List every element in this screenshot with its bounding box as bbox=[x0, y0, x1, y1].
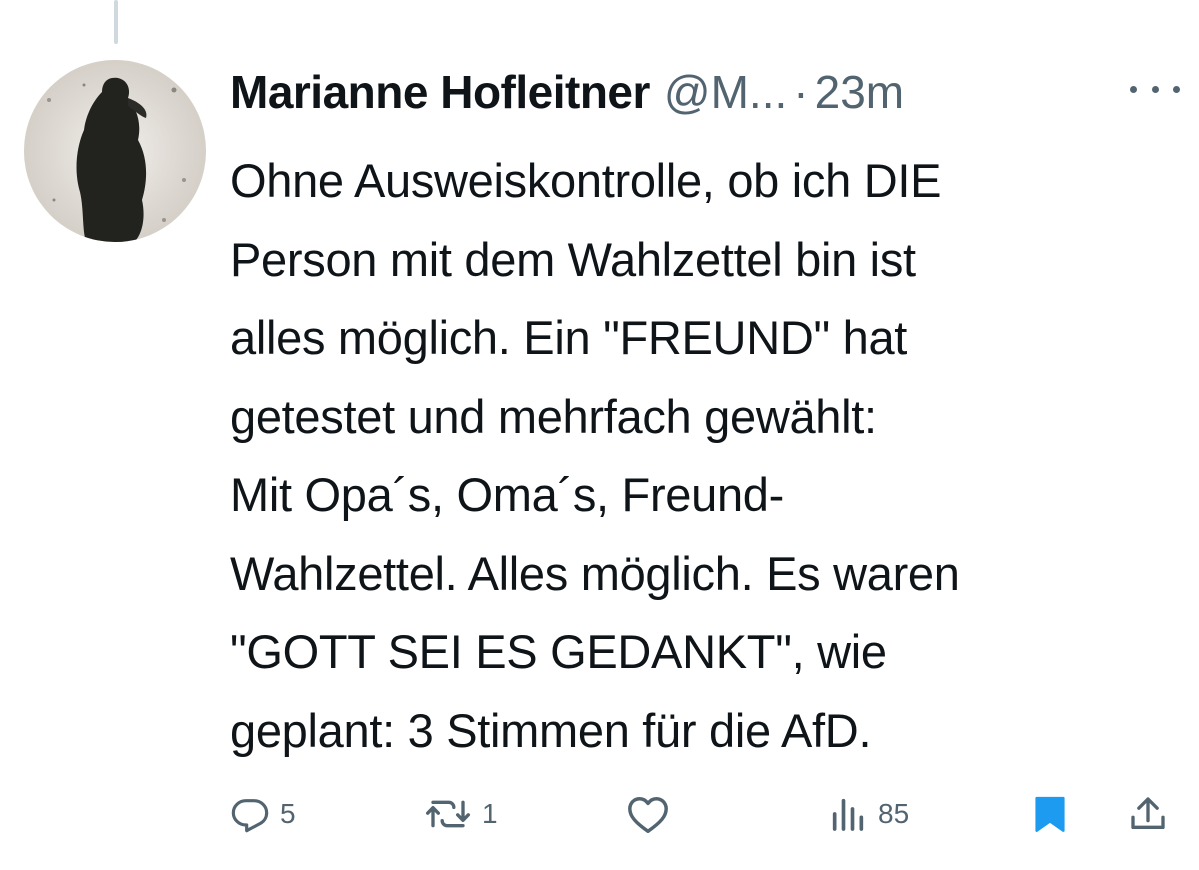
tweet-actions-bar: 5 1 85 bbox=[230, 790, 1180, 838]
header-separator: · bbox=[793, 66, 809, 118]
share-icon bbox=[1131, 797, 1165, 829]
views-button[interactable]: 85 bbox=[828, 790, 909, 838]
retweet-count: 1 bbox=[482, 798, 498, 829]
tweet-text-line: Wahlzettel. Alles möglich. Es waren bbox=[230, 546, 960, 600]
reply-icon bbox=[231, 799, 269, 833]
avatar-silhouette-icon bbox=[24, 60, 206, 242]
tweet-header: Marianne Hofleitner @M... · 23m bbox=[230, 60, 1180, 124]
tweet-timestamp[interactable]: 23m bbox=[815, 65, 904, 119]
more-dot-icon bbox=[1151, 85, 1159, 93]
views-icon bbox=[832, 798, 864, 831]
retweet-icon bbox=[426, 800, 471, 828]
more-dot-icon bbox=[1130, 85, 1137, 93]
more-dot-icon bbox=[1173, 85, 1180, 93]
thread-connector-line bbox=[114, 0, 118, 44]
tweet-text-line: getestet und mehrfach gewählt: bbox=[230, 389, 877, 443]
avatar[interactable] bbox=[24, 60, 206, 242]
heart-icon bbox=[628, 797, 668, 833]
author-handle[interactable]: @M... bbox=[664, 65, 787, 119]
tweet-text: Ohne Ausweiskontrolle, ob ich DIE Person… bbox=[230, 142, 1180, 770]
tweet-text-line: Person mit dem Wahlzettel bin ist bbox=[230, 232, 916, 286]
reply-count: 5 bbox=[280, 798, 296, 829]
views-count: 85 bbox=[878, 798, 910, 829]
tweet-text-line: "GOTT SEI ES GEDANKT", wie bbox=[230, 625, 887, 678]
tweet-text-line: Ohne Ausweiskontrolle, ob ich DIE bbox=[230, 154, 942, 207]
more-options-button[interactable] bbox=[1130, 74, 1180, 104]
tweet-text-line: alles möglich. Ein "FREUND" hat bbox=[230, 311, 908, 364]
tweet-text-line: geplant: 3 Stimmen für die AfD. bbox=[230, 703, 872, 757]
reply-button[interactable]: 5 bbox=[230, 790, 296, 838]
retweet-button[interactable]: 1 bbox=[424, 790, 498, 838]
tweet-text-line: Mit Opa´s, Oma´s, Freund- bbox=[230, 468, 784, 521]
bookmark-icon bbox=[1035, 796, 1065, 832]
author-display-name[interactable]: Marianne Hofleitner bbox=[230, 65, 650, 119]
like-button[interactable] bbox=[626, 790, 680, 838]
share-button[interactable] bbox=[1128, 790, 1168, 838]
bookmark-button[interactable] bbox=[1030, 790, 1070, 838]
